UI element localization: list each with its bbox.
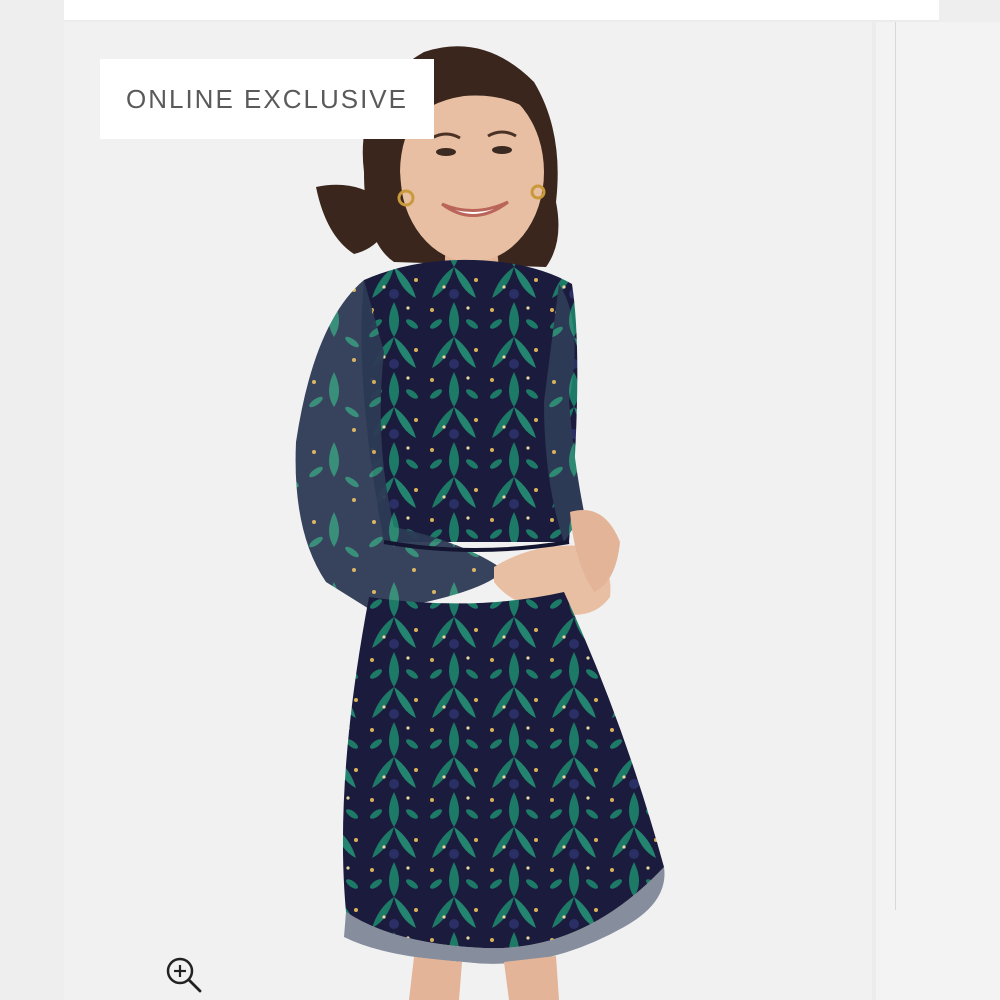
image-divider xyxy=(895,22,896,910)
model-photo xyxy=(64,22,872,1000)
product-image-main[interactable] xyxy=(64,22,872,1000)
badge-label: ONLINE EXCLUSIVE xyxy=(126,83,408,114)
online-exclusive-badge: ONLINE EXCLUSIVE xyxy=(100,59,434,139)
top-strip xyxy=(64,0,939,20)
right-strip xyxy=(939,0,1000,22)
left-gutter xyxy=(0,0,64,1000)
zoom-in-icon[interactable] xyxy=(163,954,205,996)
